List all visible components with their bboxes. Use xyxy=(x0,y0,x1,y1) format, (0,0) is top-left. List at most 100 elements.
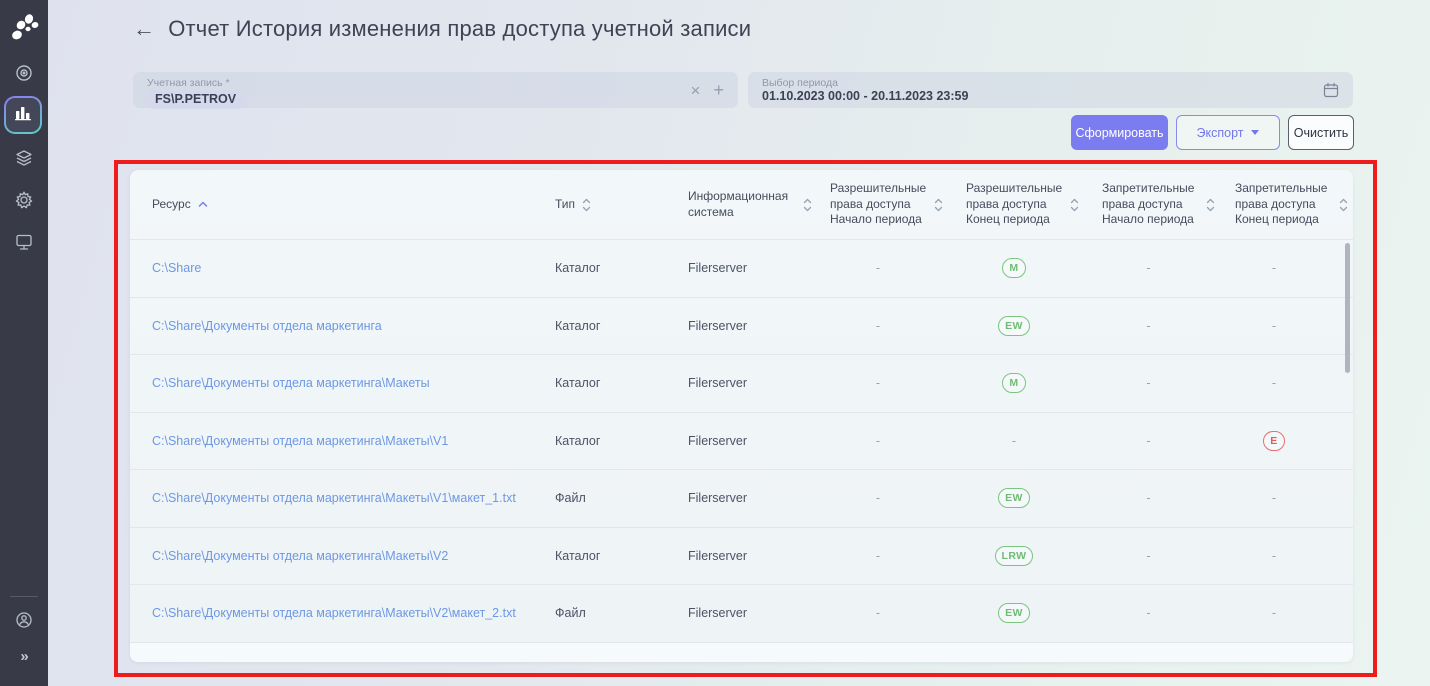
column-header[interactable]: Разрешительные права доступа Конец перио… xyxy=(966,181,1102,228)
empty-value-dash: - xyxy=(1146,606,1151,621)
empty-value-dash: - xyxy=(1146,376,1151,391)
period-field[interactable]: Выбор периода 01.10.2023 00:00 - 20.11.2… xyxy=(748,72,1353,108)
column-label: Разрешительные права доступа Начало пери… xyxy=(830,181,927,227)
deny-start-cell: - xyxy=(1102,549,1235,563)
sidebar-item-monitoring[interactable] xyxy=(0,63,48,83)
sort-icon[interactable] xyxy=(934,198,943,212)
allow-start-cell: - xyxy=(830,606,966,620)
access-rights-badge: E xyxy=(1263,430,1285,451)
access-rights-badge: M xyxy=(1002,258,1026,279)
column-label: Информационная система xyxy=(688,188,789,219)
allow-start-cell: - xyxy=(830,549,966,563)
sort-icon[interactable] xyxy=(803,198,812,212)
sidebar-item-account[interactable] xyxy=(0,610,48,630)
sort-icon[interactable] xyxy=(1070,198,1079,212)
empty-value-dash: - xyxy=(1146,491,1151,506)
deny-end-cell: E xyxy=(1235,430,1353,451)
app-logo xyxy=(12,14,39,40)
table-row: C:\Share\Документы отдела маркетинга\Мак… xyxy=(130,585,1353,643)
user-icon xyxy=(14,610,34,630)
deny-start-cell: - xyxy=(1102,376,1235,390)
account-field[interactable]: Учетная запись * FS\P.PETROV × + xyxy=(133,72,738,109)
chevron-down-icon xyxy=(1251,130,1260,135)
allow-end-cell: M xyxy=(966,373,1102,394)
allow-end-cell: EW xyxy=(966,315,1102,336)
allow-start-cell: - xyxy=(830,434,966,448)
allow-end-cell: - xyxy=(966,434,1102,448)
access-rights-badge: LRW xyxy=(994,545,1034,566)
add-account-icon[interactable]: + xyxy=(713,81,724,99)
access-rights-badge: EW xyxy=(998,488,1030,509)
column-header[interactable]: Запретительные права доступа Конец перио… xyxy=(1235,181,1353,228)
resource-link[interactable]: C:\Share\Документы отдела маркетинга\Мак… xyxy=(152,491,516,505)
resource-link[interactable]: C:\Share\Документы отдела маркетинга\Мак… xyxy=(152,606,516,620)
empty-value-dash: - xyxy=(875,606,881,621)
table-scrollbar[interactable] xyxy=(1345,243,1350,373)
report-table: Ресурс Тип Информационная система Разрешите… xyxy=(130,170,1353,662)
generate-button[interactable]: Сформировать xyxy=(1071,115,1168,150)
empty-value-dash: - xyxy=(1271,376,1277,391)
sort-icon[interactable] xyxy=(1339,198,1348,212)
account-chip[interactable]: FS\P.PETROV xyxy=(145,90,247,109)
column-label: Запретительные права доступа Конец перио… xyxy=(1235,181,1328,227)
table-row: C:\Share Каталог Filerserver - M - - xyxy=(130,240,1353,298)
system-cell: Filerserver xyxy=(688,318,748,333)
column-header[interactable]: Ресурс xyxy=(130,197,555,213)
calendar-icon[interactable] xyxy=(1323,82,1339,103)
system-cell: Filerserver xyxy=(688,433,748,448)
actions-bar: Сформировать Экспорт Очистить xyxy=(1071,115,1354,150)
resource-link[interactable]: C:\Share xyxy=(152,261,201,275)
access-rights-badge: EW xyxy=(998,315,1030,336)
resource-link[interactable]: C:\Share\Документы отдела маркетинга\Мак… xyxy=(152,549,448,563)
export-button[interactable]: Экспорт xyxy=(1176,115,1280,150)
sort-icon[interactable] xyxy=(582,198,591,212)
deny-end-cell: - xyxy=(1235,261,1353,275)
system-cell: Filerserver xyxy=(688,548,748,563)
column-label: Запретительные права доступа Начало пери… xyxy=(1102,181,1195,227)
empty-value-dash: - xyxy=(1146,318,1151,333)
deny-end-cell: - xyxy=(1235,549,1353,563)
sort-icon[interactable] xyxy=(1206,198,1215,212)
system-cell: Filerserver xyxy=(688,606,748,621)
empty-value-dash: - xyxy=(875,433,881,448)
deny-end-cell: - xyxy=(1235,319,1353,333)
clear-button[interactable]: Очистить xyxy=(1288,115,1354,150)
empty-value-dash: - xyxy=(875,261,881,276)
app-window: » ← Отчет История изменения прав доступа… xyxy=(0,0,1430,686)
column-header[interactable]: Разрешительные права доступа Начало пери… xyxy=(830,181,966,228)
table-row: C:\Share\Документы отдела маркетинга\Мак… xyxy=(130,528,1353,585)
resource-cell: C:\Share\Документы отдела маркетинга\Мак… xyxy=(130,376,555,390)
resource-link[interactable]: C:\Share\Документы отдела маркетинга\Мак… xyxy=(152,376,430,390)
table-row: C:\Share\Документы отдела маркетинга\Мак… xyxy=(130,355,1353,413)
sidebar-item-reports[interactable] xyxy=(5,97,41,133)
column-header[interactable]: Информационная система xyxy=(688,189,830,220)
system-cell: Filerserver xyxy=(688,491,748,506)
sort-asc-icon[interactable] xyxy=(198,201,208,208)
column-label: Ресурс xyxy=(152,196,191,211)
deny-start-cell: - xyxy=(1102,261,1235,275)
clear-account-icon[interactable]: × xyxy=(691,82,701,99)
column-header[interactable]: Запретительные права доступа Начало пери… xyxy=(1102,181,1235,228)
period-value: 01.10.2023 00:00 - 20.11.2023 23:59 xyxy=(762,89,969,103)
table-row: C:\Share\Документы отдела маркетинга Ката… xyxy=(130,298,1353,355)
deny-end-cell: - xyxy=(1235,606,1353,620)
page-title-text: Отчет История изменения прав доступа уче… xyxy=(168,16,752,41)
sidebar-collapse-button[interactable]: » xyxy=(0,648,48,665)
allow-start-cell: - xyxy=(830,491,966,505)
column-header[interactable]: Тип xyxy=(555,197,688,213)
sidebar-item-workstations[interactable] xyxy=(0,232,48,252)
system-cell: Filerserver xyxy=(688,261,748,276)
allow-start-cell: - xyxy=(830,261,966,275)
sidebar-item-resources[interactable] xyxy=(0,148,48,168)
column-label: Разрешительные права доступа Конец перио… xyxy=(966,181,1063,227)
chevrons-right-icon: » xyxy=(20,648,28,665)
sidebar: » xyxy=(0,0,48,686)
resource-link[interactable]: C:\Share\Документы отдела маркетинга\Мак… xyxy=(152,434,448,448)
allow-end-cell: LRW xyxy=(966,545,1102,566)
resource-link[interactable]: C:\Share\Документы отдела маркетинга xyxy=(152,319,382,333)
deny-end-cell: - xyxy=(1235,376,1353,390)
back-arrow-icon[interactable]: ← xyxy=(133,18,155,40)
deny-start-cell: - xyxy=(1102,434,1235,448)
type-cell: Файл xyxy=(555,606,586,621)
sidebar-item-settings[interactable] xyxy=(0,190,48,210)
